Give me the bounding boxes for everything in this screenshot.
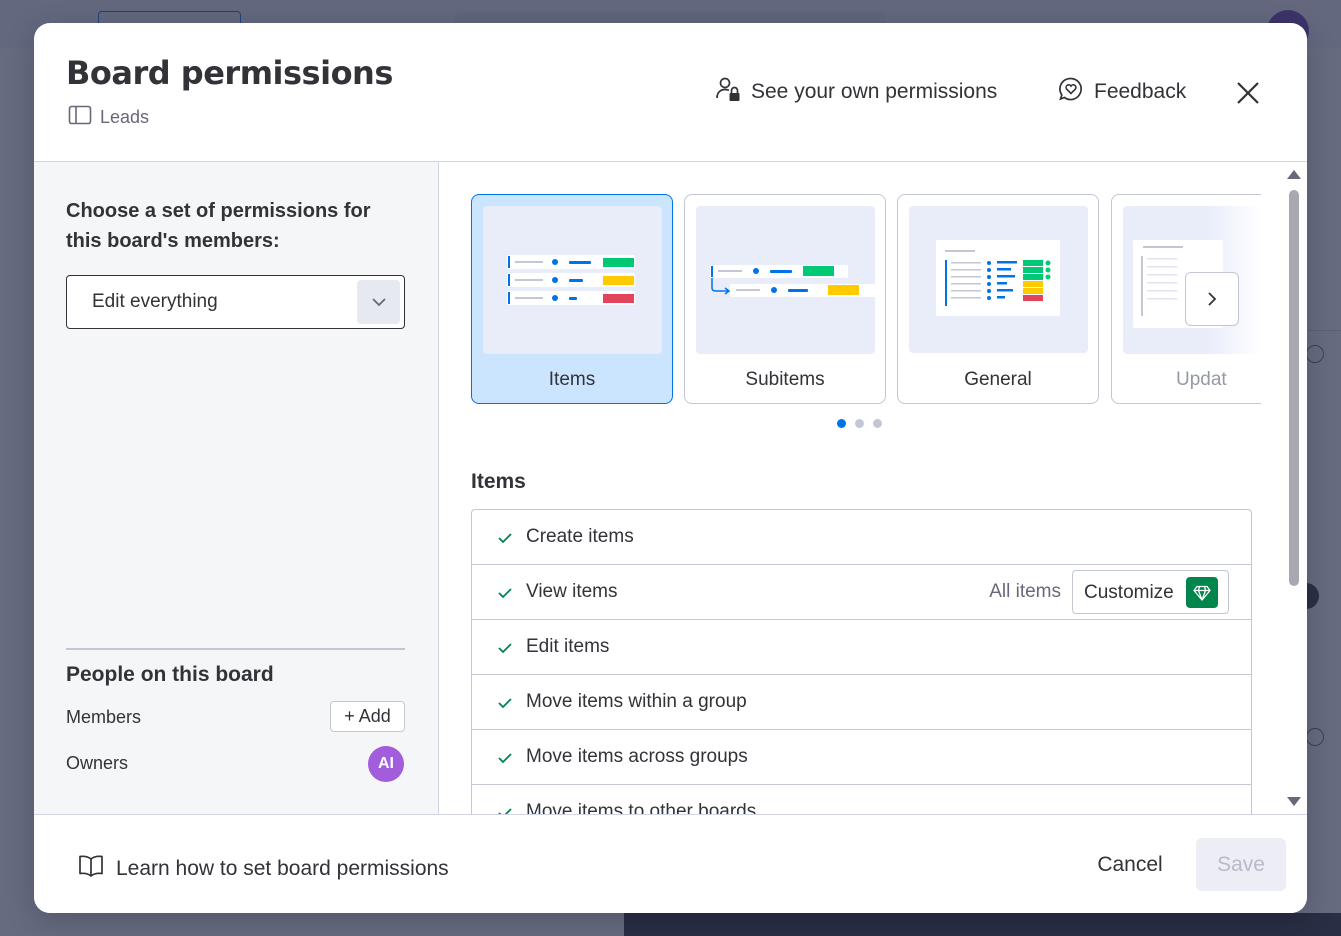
items-permissions-list: Create items View items All items Custom… xyxy=(471,509,1252,814)
subitems-illustration xyxy=(696,206,875,354)
items-section-title: Items xyxy=(471,470,526,493)
permission-label: Move items to other boards xyxy=(526,801,757,814)
add-member-button[interactable]: + Add xyxy=(330,701,405,732)
chevron-down-icon[interactable] xyxy=(357,280,400,324)
people-title: People on this board xyxy=(66,663,274,686)
permission-label: Move items within a group xyxy=(526,691,747,712)
permission-set-dropdown[interactable]: Edit everything xyxy=(66,275,405,329)
diamond-icon xyxy=(1186,577,1218,608)
customize-button[interactable]: Customize xyxy=(1072,570,1229,614)
category-card-items[interactable]: Items xyxy=(471,194,673,404)
category-card-general[interactable]: General xyxy=(897,194,1099,404)
modal-footer: Learn how to set board permissions Cance… xyxy=(34,814,1307,913)
board-name: Leads xyxy=(100,107,150,127)
feedback-icon xyxy=(1058,76,1084,108)
permission-row: Move items within a group xyxy=(472,675,1251,730)
board-breadcrumb: Leads xyxy=(68,105,149,130)
check-icon xyxy=(498,588,512,599)
check-icon xyxy=(498,698,512,709)
permission-label: Move items across groups xyxy=(526,746,748,767)
check-icon xyxy=(498,533,512,544)
general-illustration xyxy=(909,206,1088,353)
scroll-up-icon[interactable] xyxy=(1286,168,1302,180)
choose-permissions-label: Choose a set of permissions for this boa… xyxy=(66,200,371,252)
permission-label: View items xyxy=(526,581,618,602)
check-icon xyxy=(498,808,512,814)
permission-set-value: Edit everything xyxy=(92,291,218,312)
modal-header: Board permissions Leads See your own per… xyxy=(34,23,1307,162)
category-card-subitems[interactable]: Subitems xyxy=(684,194,886,404)
carousel-dot-1[interactable] xyxy=(837,419,846,428)
scroll-thumb[interactable] xyxy=(1289,190,1299,586)
cancel-button[interactable]: Cancel xyxy=(1074,839,1186,891)
permission-set-panel: Choose a set of permissions for this boa… xyxy=(34,162,439,814)
see-permissions-button[interactable]: See your own permissions xyxy=(715,76,997,108)
permission-row: View items All items Customize xyxy=(472,565,1251,620)
see-permissions-label: See your own permissions xyxy=(751,80,998,103)
learn-permissions-link[interactable]: Learn how to set board permissions xyxy=(78,854,449,884)
divider xyxy=(66,648,405,650)
user-lock-icon xyxy=(715,76,741,108)
close-icon xyxy=(1237,82,1259,104)
learn-label: Learn how to set board permissions xyxy=(116,857,449,880)
permission-row: Move items to other boards xyxy=(472,785,1251,814)
chevron-right-icon xyxy=(1208,292,1217,306)
board-icon xyxy=(68,105,92,130)
carousel-next-button[interactable] xyxy=(1185,272,1239,326)
items-illustration xyxy=(483,206,662,354)
save-button[interactable]: Save xyxy=(1196,838,1286,891)
feedback-label: Feedback xyxy=(1094,80,1187,103)
feedback-button[interactable]: Feedback xyxy=(1058,76,1186,108)
permission-label: Edit items xyxy=(526,636,610,657)
customize-label: Customize xyxy=(1084,582,1174,603)
category-label: Subitems xyxy=(745,369,825,390)
permission-label: Create items xyxy=(526,526,634,547)
modal-title: Board permissions xyxy=(66,54,393,92)
members-label: Members xyxy=(66,707,142,727)
owner-avatar[interactable]: AI xyxy=(368,746,404,782)
permission-row: Move items across groups xyxy=(472,730,1251,785)
board-permissions-modal: Board permissions Leads See your own per… xyxy=(34,23,1307,913)
carousel-dot-2[interactable] xyxy=(855,419,864,428)
scroll-down-icon[interactable] xyxy=(1286,796,1302,808)
carousel-dot-3[interactable] xyxy=(873,419,882,428)
scrollbar[interactable] xyxy=(1280,162,1307,814)
permissions-detail-panel: Items Subitems General Updat Items Creat… xyxy=(439,162,1307,814)
category-label: General xyxy=(964,369,1032,390)
book-icon xyxy=(78,854,104,884)
permission-row: Create items xyxy=(472,510,1251,565)
carousel-pagination xyxy=(837,419,882,428)
permission-scope: All items xyxy=(989,581,1061,602)
owners-label: Owners xyxy=(66,753,129,773)
close-button[interactable] xyxy=(1233,78,1263,108)
check-icon xyxy=(498,753,512,764)
category-label: Items xyxy=(548,369,596,390)
permission-row: Edit items xyxy=(472,620,1251,675)
check-icon xyxy=(498,643,512,654)
